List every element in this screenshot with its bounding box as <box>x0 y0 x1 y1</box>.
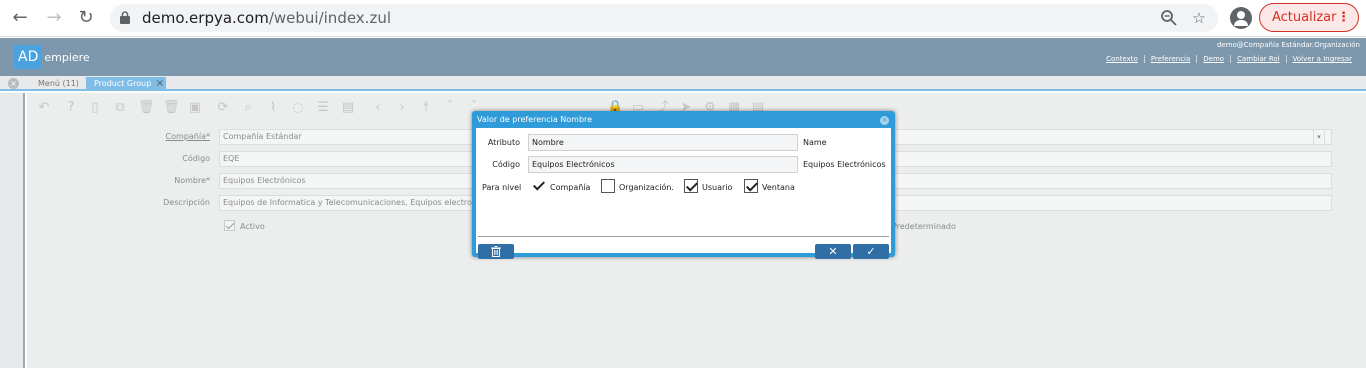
attribute-field[interactable]: Nombre <box>528 134 798 151</box>
url-path: /webui/index.zul <box>268 9 391 27</box>
close-all-icon[interactable]: × <box>8 78 19 89</box>
link-context[interactable]: Contexto <box>1100 55 1144 63</box>
help-icon[interactable]: ? <box>64 101 78 115</box>
new-record-icon[interactable]: ▯ <box>88 101 102 115</box>
level-user-checkbox[interactable] <box>684 179 698 193</box>
address-bar[interactable]: demo.erpya.com/webui/index.zul ☆ <box>110 4 1218 32</box>
copy-record-icon[interactable]: ⧉ <box>113 101 127 115</box>
tab-menu[interactable]: Menú (11) <box>30 77 87 91</box>
link-demo[interactable]: Demo <box>1196 55 1231 63</box>
window-tab-bar: × Menú (11) Product Group × <box>0 76 1366 91</box>
attachment-icon[interactable]: ⌇ <box>266 101 280 115</box>
level-organization-label: Organización. <box>619 183 674 192</box>
active-label: Activo <box>240 222 265 231</box>
company-label: Compañía* <box>165 132 210 141</box>
company-dropdown-icon[interactable]: ▾ <box>1313 129 1325 145</box>
delete-preference-button[interactable] <box>478 244 514 259</box>
level-organization-checkbox[interactable] <box>601 179 615 193</box>
previous-icon[interactable]: ‹ <box>371 101 385 115</box>
update-button[interactable]: Actualizar ⋮ <box>1259 3 1359 32</box>
ok-check-icon: ✓ <box>866 245 876 258</box>
active-checkbox[interactable] <box>224 220 235 231</box>
user-info: demo@Compañía Estándar.Organización <box>1216 41 1360 49</box>
dialog-title: Valor de preferencia Nombre <box>477 115 593 124</box>
grid-toggle-icon[interactable]: ☰ <box>316 101 330 115</box>
tab-product-group-label: Product Group <box>94 79 152 88</box>
delete-icon[interactable]: 🗑 <box>138 101 155 115</box>
default-label: Predeterminado <box>892 222 956 231</box>
name-label: Nombre* <box>174 176 210 185</box>
level-company-checkbox[interactable] <box>532 179 546 193</box>
link-change-role[interactable]: Cambiar Rol <box>1230 55 1286 63</box>
left-panel-strip <box>0 93 25 368</box>
save-icon[interactable]: ▣ <box>188 101 202 115</box>
find-icon[interactable]: ⌕ <box>241 101 255 115</box>
reload-icon[interactable]: ↻ <box>74 6 98 30</box>
preference-dialog: Valor de preferencia Nombre × Atributo N… <box>472 111 895 259</box>
undo-icon[interactable]: ↶ <box>37 101 51 115</box>
tab-product-group[interactable]: Product Group × <box>86 77 166 91</box>
history-icon[interactable]: ▤ <box>341 101 355 115</box>
dialog-close-icon[interactable]: × <box>880 116 889 125</box>
dialog-separator <box>478 236 889 237</box>
close-tab-icon[interactable]: × <box>156 77 164 91</box>
account-icon[interactable] <box>1230 7 1252 29</box>
lock-icon <box>120 11 130 24</box>
logo-text: empiere <box>44 51 90 64</box>
code-label: Código <box>182 154 210 163</box>
parent-record-icon[interactable]: ˆ <box>443 101 457 115</box>
update-label: Actualizar <box>1272 10 1337 25</box>
first-record-icon[interactable]: ⤒ <box>419 101 433 115</box>
dialog-body: Atributo Nombre Name Código Equipos Elec… <box>476 128 891 259</box>
code-right-text: Equipos Electrónicos <box>803 160 886 169</box>
back-arrow-icon[interactable]: ← <box>8 6 32 30</box>
url-text: demo.erpya.com/webui/index.zul <box>142 8 391 28</box>
url-host: demo.erpya.com <box>142 9 269 27</box>
level-window-checkbox[interactable] <box>744 179 758 193</box>
link-preference[interactable]: Preferencia <box>1143 55 1197 63</box>
header-links: Contexto Preferencia Demo Cambiar Rol Volver… <box>1100 55 1358 63</box>
link-logout[interactable]: Volver a Ingresar <box>1285 55 1358 63</box>
description-label: Descripción <box>163 198 210 207</box>
zoom-icon[interactable] <box>1160 9 1178 27</box>
more-menu-icon[interactable]: ⋮ <box>1337 4 1350 31</box>
adempiere-logo: AD empiere <box>14 45 90 69</box>
cancel-x-icon: ✕ <box>828 245 838 258</box>
level-window-label: Ventana <box>762 183 795 192</box>
refresh-icon[interactable]: ⟳ <box>216 101 230 115</box>
level-label: Para nivel <box>482 183 522 192</box>
delete-selection-icon[interactable]: 🗑 <box>163 101 180 115</box>
app-header: AD empiere demo@Compañía Estándar.Organiz… <box>0 38 1366 76</box>
attribute-label: Atributo <box>487 138 520 147</box>
code-field[interactable]: Equipos Electrónicos <box>528 156 798 173</box>
next-icon[interactable]: › <box>395 101 409 115</box>
forward-arrow-icon[interactable]: → <box>42 6 66 30</box>
attribute-right-text: Name <box>803 138 827 147</box>
chat-icon[interactable]: ◌ <box>291 101 305 115</box>
level-user-label: Usuario <box>702 183 733 192</box>
code-label: Código <box>492 160 520 169</box>
cancel-button[interactable]: ✕ <box>815 244 851 259</box>
browser-toolbar: ← → ↻ demo.erpya.com/webui/index.zul ☆ A… <box>0 0 1366 37</box>
ok-button[interactable]: ✓ <box>853 244 889 259</box>
bookmark-star-icon[interactable]: ☆ <box>1190 9 1208 27</box>
level-company-label: Compañía <box>550 183 591 192</box>
trash-icon <box>491 246 501 257</box>
logo-ad: AD <box>14 45 43 69</box>
